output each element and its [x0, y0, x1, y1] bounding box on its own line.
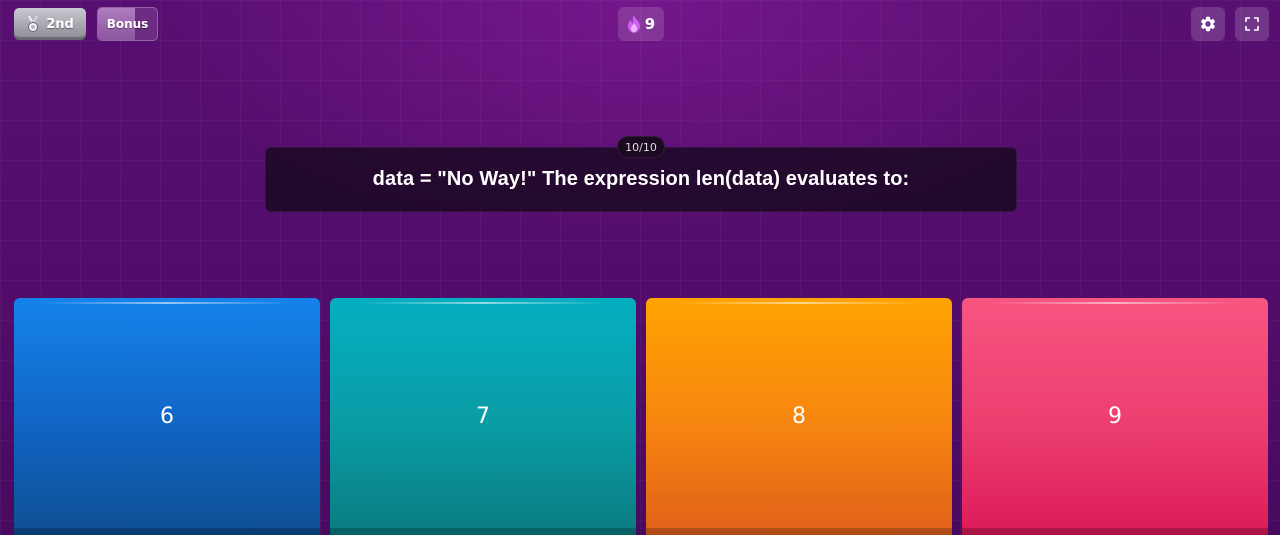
bonus-label: Bonus — [106, 17, 149, 31]
question-counter-label: 10/10 — [625, 140, 657, 154]
rank-button[interactable]: 2nd — [14, 8, 86, 40]
streak-count: 9 — [644, 15, 656, 33]
rank-label: 2nd — [46, 16, 74, 32]
answer-label: 7 — [476, 404, 490, 429]
gear-icon — [1200, 16, 1216, 32]
answer-option-4[interactable]: 9 — [962, 298, 1268, 535]
answer-label: 6 — [160, 404, 174, 429]
settings-button[interactable] — [1191, 7, 1225, 41]
medal-icon — [28, 16, 39, 32]
question-text: data = "No Way!" The expression len(data… — [372, 168, 910, 190]
streak-counter: 9 — [618, 7, 664, 41]
fullscreen-button[interactable] — [1235, 7, 1269, 41]
fullscreen-icon — [1245, 17, 1259, 31]
answer-label: 9 — [1108, 404, 1122, 429]
answer-option-1[interactable]: 6 — [14, 298, 320, 535]
answer-option-2[interactable]: 7 — [330, 298, 636, 535]
answer-option-3[interactable]: 8 — [646, 298, 952, 535]
question-counter: 10/10 — [617, 136, 665, 158]
answer-label: 8 — [792, 404, 806, 429]
flame-icon — [627, 15, 640, 33]
bonus-button[interactable]: Bonus — [97, 7, 158, 41]
